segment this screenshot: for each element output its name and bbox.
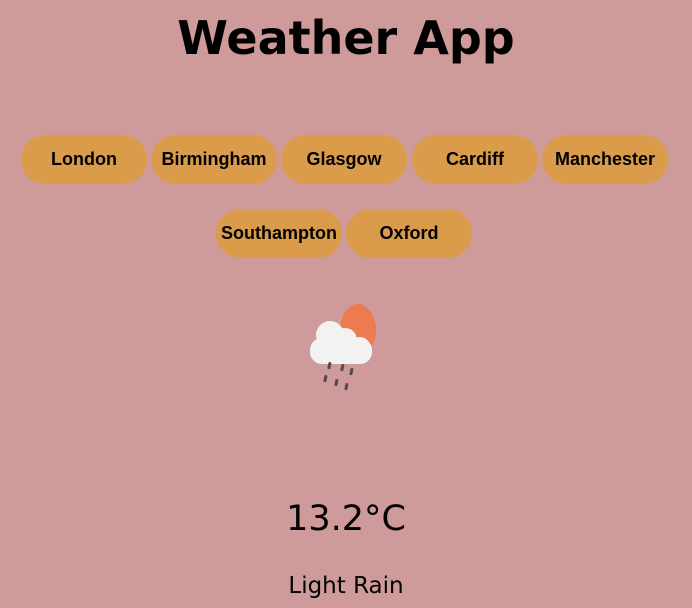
city-button-oxford[interactable]: Oxford — [346, 209, 472, 258]
city-button-southampton[interactable]: Southampton — [216, 209, 342, 258]
rain-drops-icon — [323, 362, 354, 391]
city-button-cardiff[interactable]: Cardiff — [412, 135, 538, 184]
temperature-value: 13.2°C — [286, 499, 406, 539]
city-button-london[interactable]: London — [21, 135, 147, 184]
city-button-glasgow[interactable]: Glasgow — [281, 135, 407, 184]
weather-condition: Light Rain — [288, 573, 404, 599]
city-button-birmingham[interactable]: Birmingham — [151, 135, 277, 184]
city-button-manchester[interactable]: Manchester — [542, 135, 668, 184]
app-title: Weather App — [177, 11, 515, 65]
light-rain-icon — [310, 304, 376, 391]
